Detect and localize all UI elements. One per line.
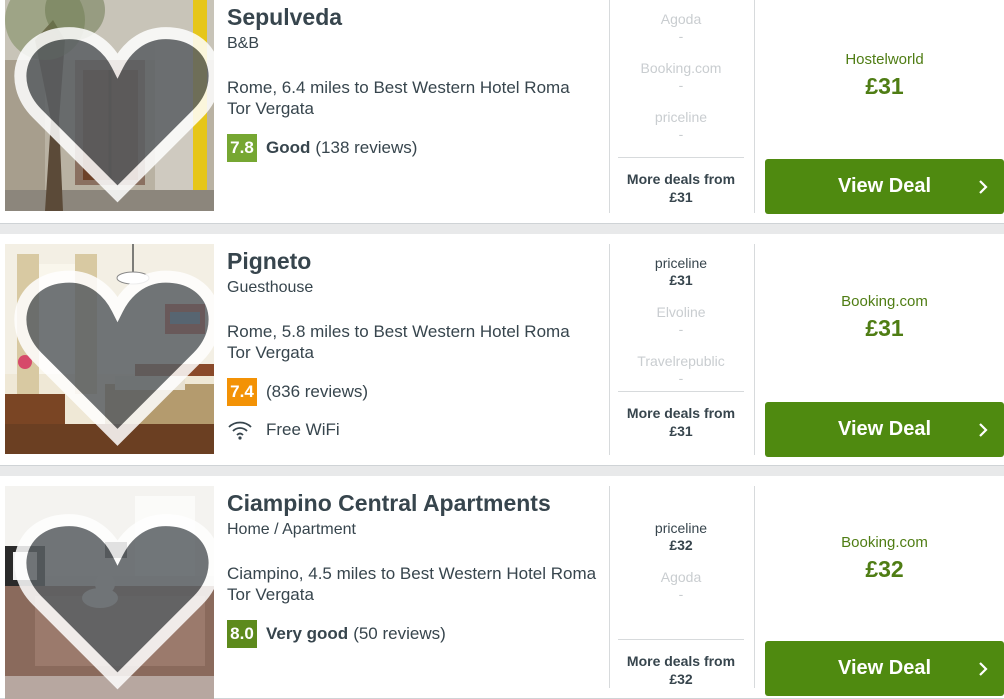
deal-provider: Elvoline bbox=[656, 304, 706, 320]
deal-provider: Booking.com bbox=[640, 60, 722, 76]
chevron-right-icon bbox=[979, 179, 988, 194]
hotel-card: Ciampino Central Apartments Home / Apart… bbox=[0, 476, 1004, 699]
deal-price: - bbox=[678, 28, 684, 44]
divider bbox=[754, 244, 755, 455]
more-deals-price: £31 bbox=[669, 189, 693, 205]
hotel-photo[interactable] bbox=[5, 0, 214, 211]
view-deal-button[interactable]: View Deal bbox=[765, 159, 1004, 214]
deal-provider: Agoda bbox=[660, 11, 702, 27]
deal-item[interactable]: priceline £32 bbox=[618, 520, 744, 569]
deal-provider: priceline bbox=[654, 255, 708, 271]
review-count[interactable]: (50 reviews) bbox=[353, 624, 446, 644]
rating-row: 7.8 Good (138 reviews) bbox=[227, 134, 597, 162]
deal-item[interactable]: Agoda - bbox=[618, 569, 744, 618]
view-deal-button[interactable]: View Deal bbox=[765, 402, 1004, 457]
rating-label: Very good bbox=[266, 624, 349, 643]
best-deal-provider: Booking.com bbox=[841, 534, 928, 551]
chevron-right-icon bbox=[979, 422, 988, 437]
deal-price: - bbox=[678, 586, 684, 602]
deal-provider: Agoda bbox=[660, 569, 702, 585]
deal-provider: Travelrepublic bbox=[637, 353, 725, 369]
view-deal-label: View Deal bbox=[837, 657, 932, 679]
rating-label: Good bbox=[266, 138, 311, 157]
divider bbox=[754, 0, 755, 213]
view-deal-button[interactable]: View Deal bbox=[765, 641, 1004, 696]
rating-score-badge: 7.8 bbox=[227, 134, 257, 162]
favorite-heart-icon[interactable] bbox=[13, 252, 214, 454]
more-deals-label: More deals from bbox=[626, 405, 736, 421]
more-deals-label: More deals from bbox=[626, 653, 736, 669]
hotel-type: B&B bbox=[227, 35, 260, 52]
hotel-card: Sepulveda B&B Rome, 6.4 miles to Best We… bbox=[0, 0, 1004, 224]
deal-price: £32 bbox=[669, 537, 693, 553]
deal-provider: priceline bbox=[654, 520, 708, 536]
view-deal-label: View Deal bbox=[837, 418, 932, 440]
best-deal-provider: Booking.com bbox=[841, 293, 928, 310]
best-deal[interactable]: Booking.com £32 bbox=[765, 533, 1004, 583]
review-count[interactable]: (836 reviews) bbox=[266, 382, 368, 402]
hotel-info: Ciampino Central Apartments Home / Apart… bbox=[227, 489, 597, 648]
best-deal-price: £31 bbox=[865, 315, 904, 341]
favorite-heart-icon[interactable] bbox=[13, 494, 214, 699]
review-count[interactable]: (138 reviews) bbox=[315, 138, 417, 158]
hotel-card: Pigneto Guesthouse Rome, 5.8 miles to Be… bbox=[0, 234, 1004, 466]
divider bbox=[609, 0, 610, 213]
rating-score-badge: 7.4 bbox=[227, 378, 257, 406]
wifi-icon bbox=[228, 421, 252, 440]
hotel-type: Guesthouse bbox=[227, 279, 314, 296]
deal-item[interactable]: Elvoline - bbox=[618, 304, 744, 353]
best-deal[interactable]: Booking.com £31 bbox=[765, 292, 1004, 342]
more-deals-label: More deals from bbox=[626, 171, 736, 187]
divider bbox=[609, 244, 610, 455]
deal-list: priceline £32 Agoda - bbox=[618, 520, 744, 618]
deal-provider: priceline bbox=[654, 109, 708, 125]
hotel-info: Sepulveda B&B Rome, 6.4 miles to Best We… bbox=[227, 3, 597, 162]
view-deal-label: View Deal bbox=[837, 175, 932, 197]
more-deals-link[interactable]: More deals from £32 bbox=[618, 639, 744, 688]
deal-item[interactable]: priceline £31 bbox=[618, 255, 744, 304]
deal-price: - bbox=[678, 126, 684, 142]
deal-price: - bbox=[678, 77, 684, 93]
amenity-label: Free WiFi bbox=[266, 420, 340, 439]
deal-price: - bbox=[678, 370, 684, 386]
more-deals-link[interactable]: More deals from £31 bbox=[618, 157, 744, 206]
rating-row: 7.4 (836 reviews) bbox=[227, 378, 597, 406]
rating-row: 8.0 Very good (50 reviews) bbox=[227, 620, 597, 648]
hotel-name[interactable]: Ciampino Central Apartments bbox=[227, 489, 597, 517]
chevron-right-icon bbox=[979, 661, 988, 676]
rating-score-badge: 8.0 bbox=[227, 620, 257, 648]
hotel-type: Home / Apartment bbox=[227, 521, 356, 538]
hotel-name[interactable]: Sepulveda bbox=[227, 3, 597, 31]
deal-price: £31 bbox=[669, 272, 693, 288]
hotel-location: Rome, 6.4 miles to Best Western Hotel Ro… bbox=[227, 78, 570, 118]
deal-item[interactable]: Booking.com - bbox=[618, 60, 744, 109]
best-deal-price: £31 bbox=[865, 73, 904, 99]
deal-item[interactable]: Agoda - bbox=[618, 11, 744, 60]
hotel-location: Rome, 5.8 miles to Best Western Hotel Ro… bbox=[227, 322, 570, 362]
hotel-photo[interactable] bbox=[5, 244, 214, 454]
hotel-name[interactable]: Pigneto bbox=[227, 247, 597, 275]
more-deals-link[interactable]: More deals from £31 bbox=[618, 391, 744, 440]
divider bbox=[609, 486, 610, 688]
deal-list: priceline £31 Elvoline - Travelrepublic … bbox=[618, 255, 744, 402]
more-deals-price: £31 bbox=[669, 423, 693, 439]
hotel-location: Ciampino, 4.5 miles to Best Western Hote… bbox=[227, 564, 597, 604]
deal-list: Agoda - Booking.com - priceline - bbox=[618, 11, 744, 158]
best-deal[interactable]: Hostelworld £31 bbox=[765, 50, 1004, 100]
deal-item[interactable]: priceline - bbox=[618, 109, 744, 158]
hotel-photo[interactable] bbox=[5, 486, 214, 699]
divider bbox=[754, 486, 755, 688]
favorite-heart-icon[interactable] bbox=[13, 8, 214, 211]
best-deal-price: £32 bbox=[865, 556, 904, 582]
amenity-row: Free WiFi bbox=[227, 420, 597, 440]
deal-price: - bbox=[678, 321, 684, 337]
more-deals-price: £32 bbox=[669, 671, 693, 687]
best-deal-provider: Hostelworld bbox=[845, 51, 924, 68]
hotel-info: Pigneto Guesthouse Rome, 5.8 miles to Be… bbox=[227, 247, 597, 440]
